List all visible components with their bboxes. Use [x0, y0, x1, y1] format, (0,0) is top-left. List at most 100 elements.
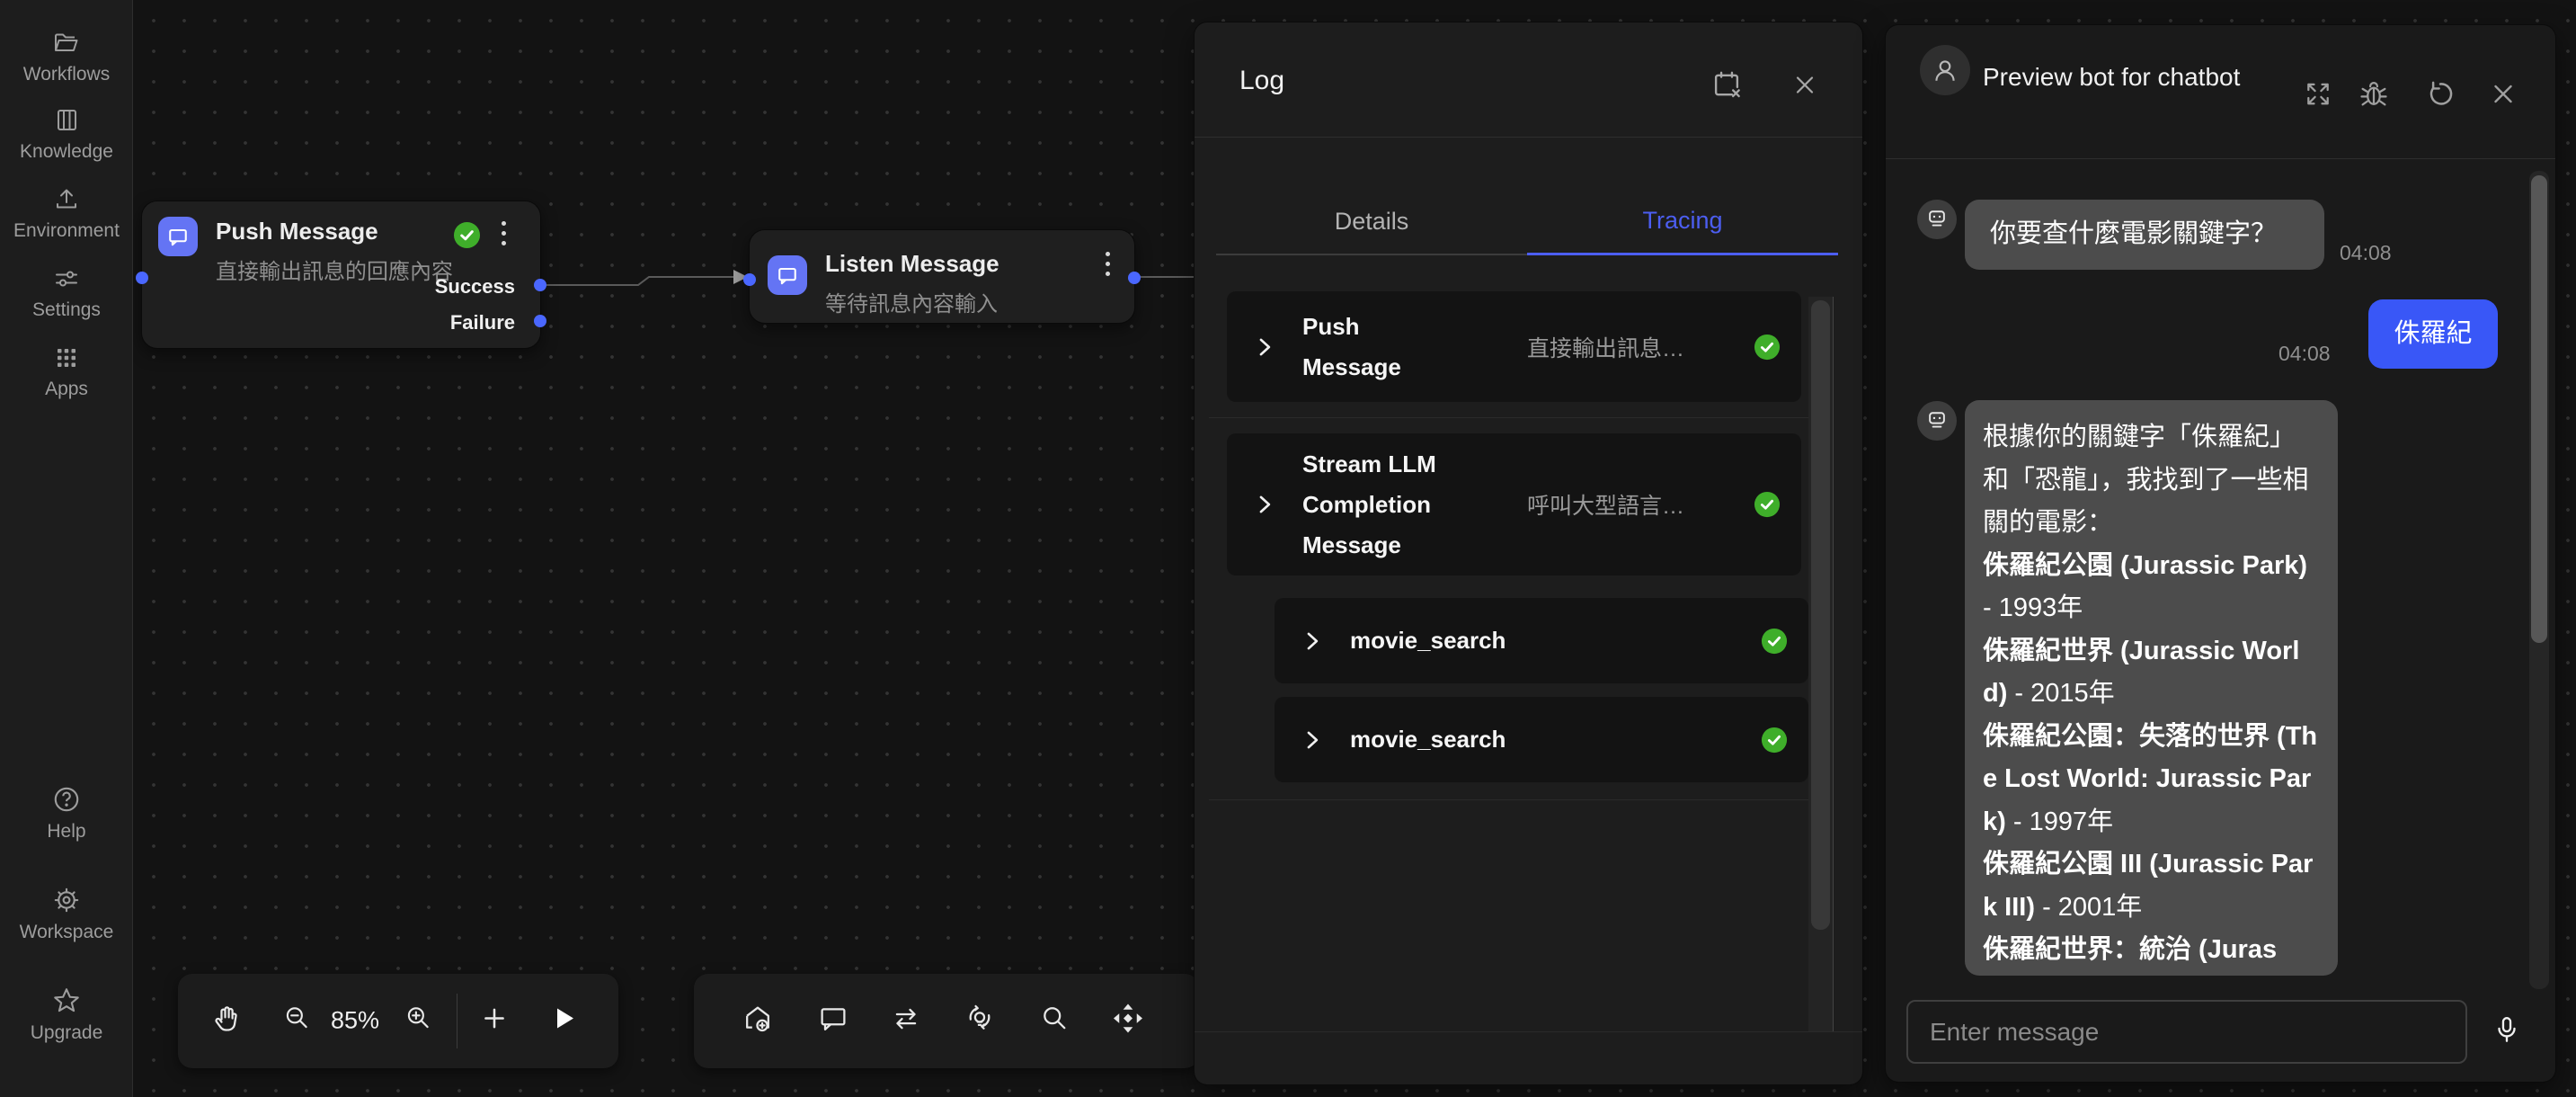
expand-icon[interactable] — [2302, 78, 2334, 115]
home-add-icon[interactable] — [742, 1003, 774, 1039]
sidebar-item-knowledge[interactable]: Knowledge — [0, 106, 133, 163]
chevron-right-icon[interactable] — [1275, 629, 1350, 653]
sidebar-item-label: Settings — [32, 299, 101, 321]
close-icon[interactable] — [1790, 71, 1819, 104]
log-header: Log — [1195, 22, 1862, 138]
message-line: 侏羅紀世界 (Jurassic World) - 2015年 — [1983, 630, 2320, 716]
log-entry-name: movie_search — [1350, 620, 1620, 661]
port-label-success: Success — [435, 275, 515, 299]
question-circle-icon — [51, 784, 82, 815]
bot-avatar-icon — [1917, 200, 1957, 239]
run-icon[interactable] — [549, 1004, 578, 1038]
message-line: 侏羅紀世界：統治 (Juras — [1983, 929, 2320, 972]
node-menu-icon[interactable] — [502, 221, 507, 245]
success-check-icon — [1733, 491, 1801, 518]
chevron-right-icon[interactable] — [1275, 728, 1350, 752]
log-entry-movie-search-1[interactable]: movie_search — [1275, 598, 1808, 683]
output-port[interactable] — [1128, 272, 1141, 284]
tab-details[interactable]: Details — [1216, 208, 1527, 255]
preview-header: Preview bot for chatbot — [1886, 25, 2555, 159]
message-input[interactable] — [1906, 1000, 2467, 1064]
log-entry-name: movie_search — [1350, 719, 1620, 760]
chevron-right-icon[interactable] — [1227, 335, 1302, 359]
log-divider — [1209, 417, 1819, 418]
avatar — [1920, 45, 1970, 95]
canvas-tools-toolbar — [694, 974, 1199, 1068]
input-port[interactable] — [136, 272, 148, 284]
node-push-message[interactable]: Push Message 直接輸出訊息的回應內容 Success Failure — [141, 201, 541, 349]
chat-scrollbar[interactable] — [2529, 171, 2549, 989]
zoom-level[interactable]: 85% — [331, 1007, 379, 1035]
log-entry-name: Stream LLM Completion Message — [1302, 444, 1464, 566]
restart-icon[interactable] — [2424, 78, 2456, 115]
log-title: Log — [1239, 66, 1284, 96]
output-port-success[interactable] — [534, 279, 546, 291]
sidebar-item-label: Help — [47, 821, 85, 843]
success-check-icon — [1740, 628, 1808, 655]
book-icon — [52, 106, 81, 135]
sidebar-item-settings[interactable]: Settings — [0, 264, 133, 321]
log-entry-name: Push Message — [1302, 307, 1464, 388]
chat-bubble-icon — [768, 255, 807, 295]
debug-icon[interactable] — [2358, 78, 2390, 115]
bot-message-bubble: 你要查什麼電影關鍵字？ — [1965, 200, 2324, 270]
port-label-failure: Failure — [450, 311, 515, 334]
sidebar-item-workspace[interactable]: Workspace — [0, 885, 133, 943]
log-entry-push-message[interactable]: Push Message 直接輸出訊息… — [1227, 291, 1801, 402]
bot-message-bubble: 根據你的關鍵字「侏羅紀」和「恐龍」，我找到了一些相關的電影： 侏羅紀公園 (Ju… — [1965, 400, 2338, 976]
grid-icon — [52, 343, 81, 372]
log-footer-divider — [1195, 1031, 1862, 1032]
log-tabs: Details Tracing — [1216, 138, 1838, 255]
chat-bubble-icon[interactable] — [817, 1003, 849, 1039]
bot-avatar-icon — [1917, 401, 1957, 441]
node-menu-icon[interactable] — [1106, 252, 1111, 276]
message-timestamp: 04:08 — [2278, 342, 2331, 366]
center-view-icon[interactable] — [1111, 1002, 1145, 1040]
output-port-failure[interactable] — [534, 315, 546, 327]
node-title: Push Message — [216, 218, 378, 245]
add-node-icon[interactable] — [479, 1003, 510, 1039]
chat-scrollbar-thumb[interactable] — [2531, 175, 2547, 643]
chat-bubble-icon — [158, 217, 198, 256]
success-badge-icon — [453, 221, 481, 249]
zoom-in-icon[interactable] — [403, 1003, 433, 1039]
sidebar-item-environment[interactable]: Environment — [0, 185, 133, 242]
hand-icon[interactable] — [211, 1003, 244, 1039]
log-entry-movie-search-2[interactable]: movie_search — [1275, 697, 1808, 782]
log-entry-stream-llm[interactable]: Stream LLM Completion Message 呼叫大型語言… — [1227, 433, 1801, 575]
node-title: Listen Message — [825, 250, 999, 278]
log-panel: Log Details Tracing Push Message 直接輸出訊息…… — [1195, 22, 1862, 1084]
log-divider — [1209, 799, 1819, 800]
tab-tracing[interactable]: Tracing — [1527, 207, 1838, 255]
app: Workflows Knowledge Environment Settings… — [0, 0, 2576, 1097]
sliders-icon — [52, 264, 81, 293]
message-timestamp: 04:08 — [2340, 241, 2392, 265]
sidebar-item-label: Environment — [13, 220, 120, 242]
star-icon — [51, 986, 82, 1016]
node-listen-message[interactable]: Listen Message 等待訊息內容輸入 — [749, 229, 1135, 324]
log-entry-desc: 直接輸出訊息… — [1464, 331, 1733, 363]
sidebar-item-apps[interactable]: Apps — [0, 343, 133, 400]
chevron-right-icon[interactable] — [1227, 493, 1302, 516]
sidebar-item-workflows[interactable]: Workflows — [0, 29, 133, 85]
calendar-clear-icon[interactable] — [1710, 68, 1744, 107]
user-message-bubble: 侏羅紀 — [2368, 299, 2498, 369]
search-icon[interactable] — [1038, 1003, 1070, 1039]
canvas-zoom-toolbar: 85% — [178, 974, 618, 1068]
sidebar-item-label: Apps — [45, 379, 88, 400]
close-icon[interactable] — [2488, 79, 2518, 114]
microphone-icon[interactable] — [2492, 1015, 2522, 1050]
gear-icon — [51, 885, 82, 915]
swap-arrows-icon[interactable] — [890, 1003, 922, 1039]
sidebar-item-upgrade[interactable]: Upgrade — [0, 986, 133, 1044]
zoom-out-icon[interactable] — [281, 1003, 312, 1039]
input-port[interactable] — [743, 273, 756, 286]
sidebar-item-label: Workflows — [23, 64, 110, 85]
sidebar-item-label: Upgrade — [31, 1022, 103, 1044]
message-line: 侏羅紀公園 III (Jurassic Park III) - 2001年 — [1983, 843, 2320, 929]
bulb-refresh-icon[interactable] — [964, 1003, 996, 1039]
log-scrollbar-thumb[interactable] — [1811, 300, 1830, 930]
log-scrollbar[interactable] — [1808, 297, 1834, 1031]
message-line: 根據你的關鍵字「侏羅紀」和「恐龍」，我找到了一些相關的電影： — [1983, 416, 2320, 545]
sidebar-item-help[interactable]: Help — [0, 784, 133, 843]
